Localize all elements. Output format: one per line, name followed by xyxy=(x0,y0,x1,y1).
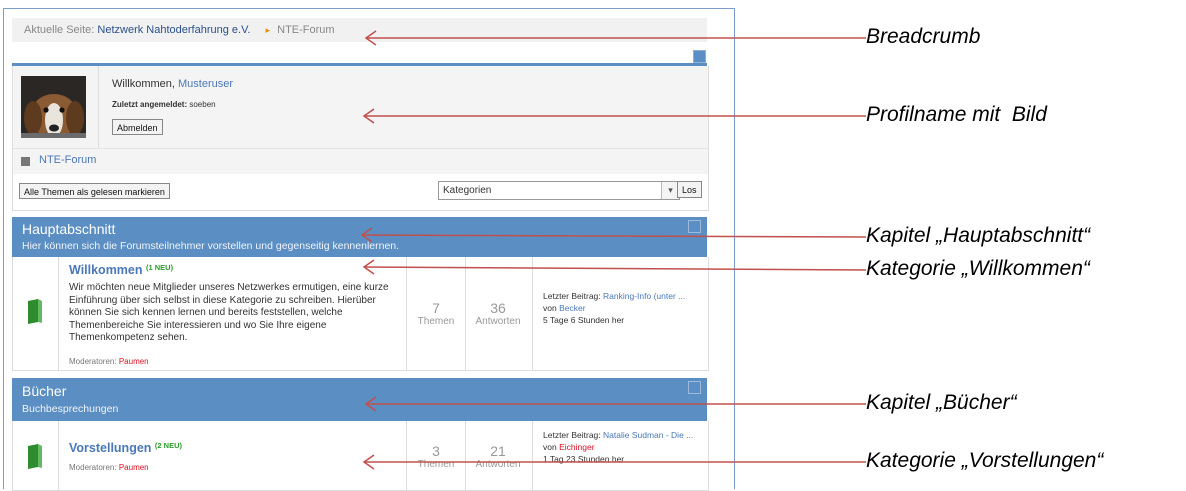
annotation-chapter-books: Kapitel „Bücher“ xyxy=(866,391,1017,414)
annotation-breadcrumb: Breadcrumb xyxy=(866,25,981,48)
annotation-category-intro: Kategorie „Vorstellungen“ xyxy=(866,449,1104,472)
annotation-chapter-main: Kapitel „Hauptabschnitt“ xyxy=(866,224,1091,247)
annotation-category-welcome: Kategorie „Willkommen“ xyxy=(866,257,1090,280)
annotation-profile: Profilname mit Bild xyxy=(866,103,1047,127)
annotation-arrow-category-welcome xyxy=(363,266,867,271)
annotation-profile-text: Profilname mit Bild xyxy=(866,103,1047,126)
annotation-arrow-chapter-main xyxy=(361,234,867,238)
